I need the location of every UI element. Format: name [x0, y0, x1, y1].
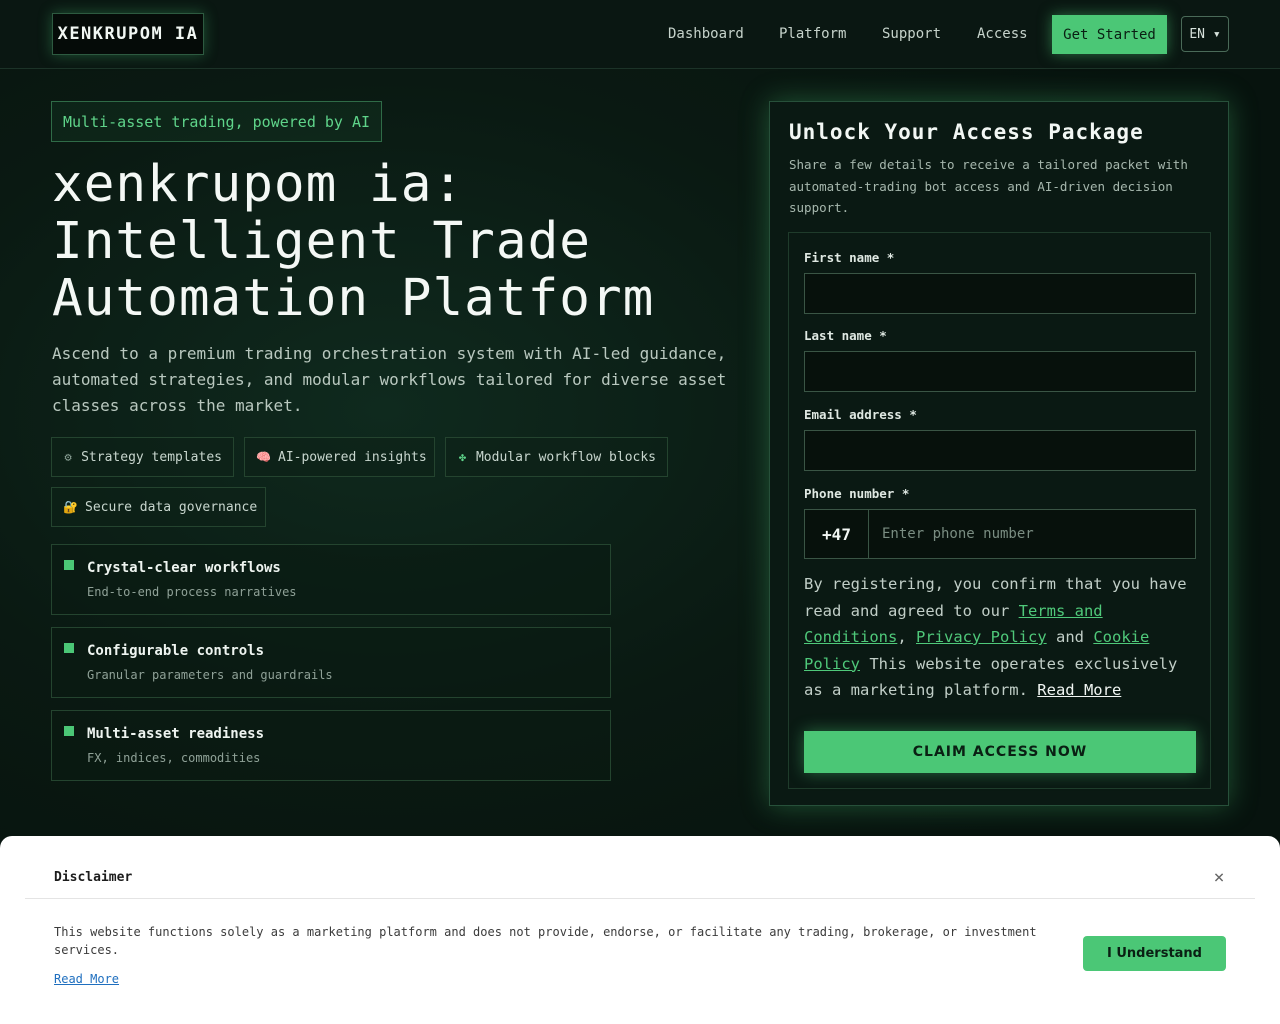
lock-icon: 🔐 [63, 500, 78, 514]
last-name-input[interactable] [804, 351, 1196, 392]
hero-lead: Ascend to a premium trading orchestratio… [52, 344, 727, 415]
hero-badge: Multi-asset trading, powered by AI [51, 101, 383, 142]
phone-input[interactable] [870, 510, 1195, 558]
last-name-label: Last name * [804, 328, 887, 343]
chip-modular-workflow: ✤ Modular workflow blocks [445, 437, 668, 477]
nav-dashboard[interactable]: Dashboard [668, 26, 744, 42]
form-title: Unlock Your Access Package [789, 120, 1144, 144]
page: XENKRUPOM IA Dashboard Platform Support … [0, 0, 1280, 1024]
chip-ai-insights: 🧠 AI-powered insights [244, 437, 435, 477]
get-started-button[interactable]: Get Started [1052, 15, 1167, 54]
nav-access[interactable]: Access [977, 26, 1028, 42]
disclaimer-text: This website functions solely as a marke… [54, 925, 1037, 957]
disclaimer-title: Disclaimer [54, 870, 133, 885]
feature-title: Multi-asset readiness [87, 726, 265, 742]
consent-intro: By registering, you confirm that you hav… [804, 575, 1187, 620]
gear-icon: ⚙ [64, 450, 72, 464]
first-name-label: First name * [804, 250, 895, 265]
nav-platform[interactable]: Platform [779, 26, 846, 42]
privacy-link[interactable]: Privacy Policy [916, 628, 1047, 646]
feature-subtitle: Granular parameters and guardrails [87, 668, 333, 682]
feature-card: Crystal-clear workflows End-to-end proce… [51, 544, 611, 615]
feature-bullet-icon [64, 560, 74, 570]
hero-title: xenkrupom ia: Intelligent Trade Automati… [52, 155, 655, 328]
feature-card: Configurable controls Granular parameter… [51, 627, 611, 698]
language-selector[interactable]: EN ▾ [1181, 16, 1229, 52]
brand-logo[interactable]: XENKRUPOM IA [52, 13, 204, 55]
signup-card: Unlock Your Access Package Share a few d… [769, 101, 1229, 806]
close-icon[interactable]: × [1209, 868, 1229, 888]
form-subtitle: Share a few details to receive a tailore… [789, 157, 1188, 215]
phone-country-code[interactable]: +47 [805, 510, 869, 558]
brain-icon: 🧠 [256, 450, 271, 464]
feature-title: Configurable controls [87, 643, 265, 659]
chip-label: AI-powered insights [278, 449, 427, 465]
feature-bullet-icon [64, 726, 74, 736]
feature-card: Multi-asset readiness FX, indices, commo… [51, 710, 611, 781]
first-name-input[interactable] [804, 273, 1196, 314]
signup-form: First name * Last name * Email address *… [788, 232, 1211, 789]
nav-support[interactable]: Support [882, 26, 941, 42]
divider [25, 898, 1255, 899]
feature-subtitle: End-to-end process narratives [87, 585, 297, 599]
chip-secure-data: 🔐 Secure data governance [51, 487, 266, 527]
chip-strategy-templates: ⚙ Strategy templates [51, 437, 234, 477]
puzzle-icon: ✤ [458, 450, 467, 464]
claim-access-button[interactable]: CLAIM ACCESS NOW [804, 731, 1196, 773]
chip-label: Strategy templates [81, 449, 222, 465]
top-header: XENKRUPOM IA Dashboard Platform Support … [0, 0, 1280, 69]
feature-subtitle: FX, indices, commodities [87, 751, 261, 765]
phone-label: Phone number * [804, 486, 910, 501]
chip-label: Modular workflow blocks [475, 449, 656, 465]
consent-comma: , [897, 628, 916, 646]
chip-label: Secure data governance [85, 499, 258, 515]
read-more-link[interactable]: Read More [1037, 681, 1121, 699]
phone-field: +47 [804, 509, 1196, 559]
feature-bullet-icon [64, 643, 74, 653]
feature-title: Crystal-clear workflows [87, 560, 281, 576]
understand-button[interactable]: I Understand [1083, 936, 1226, 971]
consent-text: By registering, you confirm that you hav… [804, 571, 1199, 704]
email-input[interactable] [804, 430, 1196, 471]
disclaimer-read-more-link[interactable]: Read More [54, 972, 119, 986]
email-label: Email address * [804, 407, 917, 422]
consent-and: and [1046, 628, 1094, 646]
disclaimer-banner: Disclaimer × This website functions sole… [0, 836, 1280, 1024]
